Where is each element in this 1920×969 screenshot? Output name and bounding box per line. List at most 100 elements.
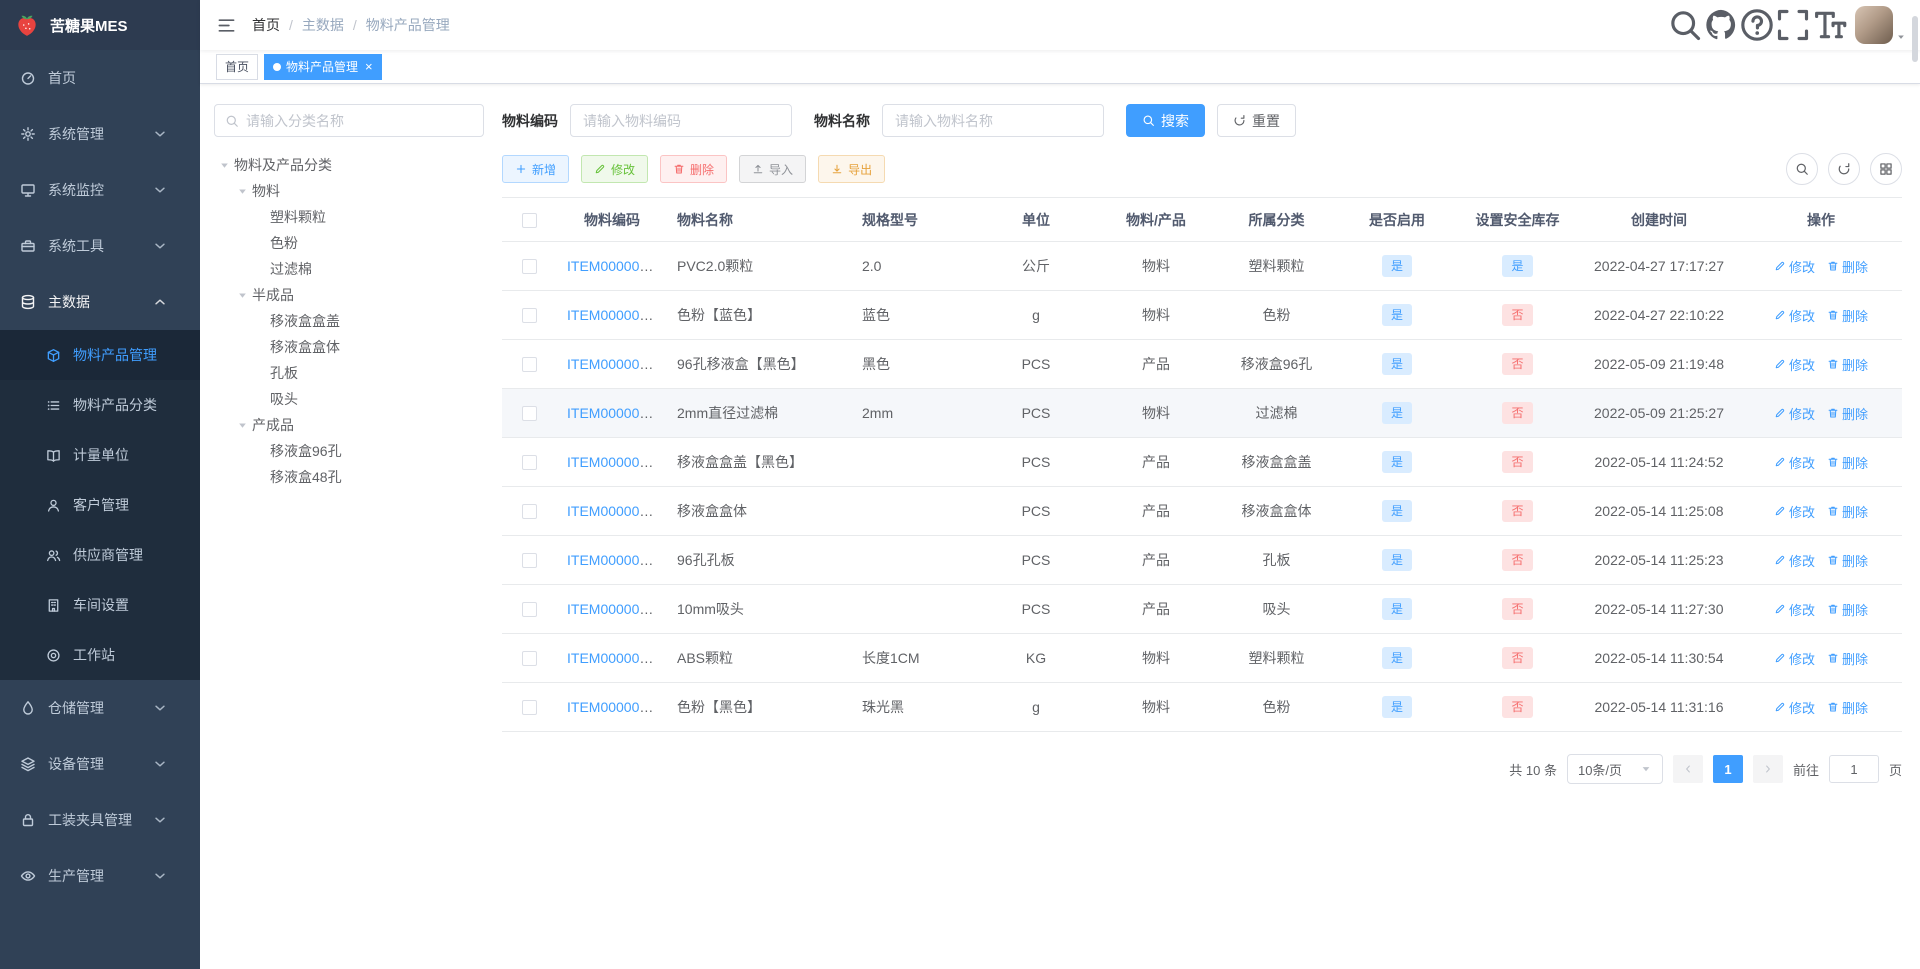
sidebar-item-material-product-category[interactable]: 物料产品分类: [0, 380, 200, 430]
category-search-input[interactable]: [246, 112, 473, 129]
import-button[interactable]: 导入: [739, 155, 807, 183]
tree-node-5[interactable]: 半成品: [214, 282, 484, 308]
search-button[interactable]: [1667, 0, 1703, 50]
search-toggle-button[interactable]: [1786, 153, 1818, 185]
sidebar-item-system-monitor[interactable]: 系统监控: [0, 162, 200, 218]
tree-node-4[interactable]: 过滤棉: [214, 256, 484, 282]
row-checkbox[interactable]: [522, 553, 537, 569]
reset-button[interactable]: 重置: [1217, 104, 1296, 137]
delete-button[interactable]: 删除: [660, 155, 728, 183]
row-delete-button[interactable]: 删除: [1827, 698, 1868, 717]
tree-node-3[interactable]: 色粉: [214, 230, 484, 256]
sidebar-item-fixture-mgmt[interactable]: 工装夹具管理: [0, 792, 200, 848]
sidebar-item-customer-mgmt[interactable]: 客户管理: [0, 480, 200, 530]
material-code-link[interactable]: ITEM00000054: [567, 601, 663, 617]
material-code-link[interactable]: ITEM00000037: [567, 258, 663, 274]
row-edit-button[interactable]: 修改: [1774, 355, 1815, 374]
user-menu[interactable]: [1855, 6, 1906, 44]
row-edit-button[interactable]: 修改: [1774, 404, 1815, 423]
material-code-link[interactable]: ITEM00000053: [567, 552, 663, 568]
tree-node-12[interactable]: 移液盒48孔: [214, 464, 484, 490]
tree-node-7[interactable]: 移液盒盒体: [214, 334, 484, 360]
sidebar-item-home[interactable]: 首页: [0, 50, 200, 106]
search-button[interactable]: 搜索: [1126, 104, 1205, 137]
app-logo[interactable]: 苦糖果MES: [0, 0, 200, 50]
row-delete-button[interactable]: 删除: [1827, 355, 1868, 374]
refresh-toggle-button[interactable]: [1828, 153, 1860, 185]
row-edit-button[interactable]: 修改: [1774, 502, 1815, 521]
material-code-input[interactable]: [570, 104, 792, 137]
material-code-link[interactable]: ITEM00000049: [567, 405, 663, 421]
tree-node-8[interactable]: 孔板: [214, 360, 484, 386]
sidebar-item-system-tools[interactable]: 系统工具: [0, 218, 200, 274]
current-page-button[interactable]: 1: [1712, 755, 1743, 783]
tree-node-9[interactable]: 吸头: [214, 386, 484, 412]
tree-node-6[interactable]: 移液盒盒盖: [214, 308, 484, 334]
row-edit-button[interactable]: 修改: [1774, 600, 1815, 619]
row-checkbox[interactable]: [522, 406, 537, 422]
row-checkbox[interactable]: [522, 357, 537, 373]
avatar[interactable]: [1855, 6, 1893, 44]
page-size-select[interactable]: 10条/页: [1566, 754, 1663, 784]
sidebar-toggle-button[interactable]: [208, 0, 244, 50]
row-delete-button[interactable]: 删除: [1827, 502, 1868, 521]
fullscreen-button[interactable]: [1775, 0, 1811, 50]
row-delete-button[interactable]: 删除: [1827, 306, 1868, 325]
edit-button[interactable]: 修改: [581, 155, 649, 183]
row-edit-button[interactable]: 修改: [1774, 551, 1815, 570]
row-checkbox[interactable]: [522, 259, 537, 275]
sidebar-item-warehouse-mgmt[interactable]: 仓储管理: [0, 680, 200, 736]
row-checkbox[interactable]: [522, 700, 537, 716]
page-scrollbar[interactable]: [1912, 16, 1918, 62]
sidebar-item-workshop-settings[interactable]: 车间设置: [0, 580, 200, 630]
material-code-link[interactable]: ITEM00000051: [567, 454, 663, 470]
prev-page-button[interactable]: [1672, 755, 1703, 783]
tree-node-1[interactable]: 物料: [214, 178, 484, 204]
row-delete-button[interactable]: 删除: [1827, 404, 1868, 423]
row-delete-button[interactable]: 删除: [1827, 551, 1868, 570]
next-page-button[interactable]: [1752, 755, 1783, 783]
sidebar-item-production-mgmt[interactable]: 生产管理: [0, 848, 200, 904]
question-button[interactable]: [1739, 0, 1775, 50]
row-edit-button[interactable]: 修改: [1774, 306, 1815, 325]
row-checkbox[interactable]: [522, 504, 537, 520]
tree-node-0[interactable]: 物料及产品分类: [214, 152, 484, 178]
row-checkbox[interactable]: [522, 455, 537, 471]
row-delete-button[interactable]: 删除: [1827, 649, 1868, 668]
sidebar-item-equipment-mgmt[interactable]: 设备管理: [0, 736, 200, 792]
sidebar-item-workstation[interactable]: 工作站: [0, 630, 200, 680]
row-checkbox[interactable]: [522, 651, 537, 667]
row-checkbox[interactable]: [522, 602, 537, 618]
row-edit-button[interactable]: 修改: [1774, 453, 1815, 472]
row-edit-button[interactable]: 修改: [1774, 649, 1815, 668]
tab-0[interactable]: 首页: [216, 53, 259, 80]
row-delete-button[interactable]: 删除: [1827, 600, 1868, 619]
material-code-link[interactable]: ITEM00000055: [567, 650, 663, 666]
tab-1[interactable]: 物料产品管理 ×: [264, 53, 382, 80]
row-edit-button[interactable]: 修改: [1774, 698, 1815, 717]
sidebar-item-master-data[interactable]: 主数据: [0, 274, 200, 330]
material-code-link[interactable]: ITEM00000052: [567, 503, 663, 519]
sidebar-item-supplier-mgmt[interactable]: 供应商管理: [0, 530, 200, 580]
tree-node-11[interactable]: 移液盒96孔: [214, 438, 484, 464]
material-code-link[interactable]: ITEM00000041: [567, 307, 663, 323]
category-search[interactable]: [214, 104, 484, 137]
material-code-link[interactable]: ITEM00000046: [567, 356, 663, 372]
row-checkbox[interactable]: [522, 308, 537, 324]
breadcrumb-item[interactable]: 首页: [252, 15, 280, 35]
github-button[interactable]: [1703, 0, 1739, 50]
grid-toggle-button[interactable]: [1870, 153, 1902, 185]
goto-page-input[interactable]: [1828, 755, 1879, 783]
sidebar-item-material-product-mgmt[interactable]: 物料产品管理: [0, 330, 200, 380]
row-edit-button[interactable]: 修改: [1774, 257, 1815, 276]
close-icon[interactable]: ×: [365, 60, 373, 73]
export-button[interactable]: 导出: [818, 155, 886, 183]
tree-node-10[interactable]: 产成品: [214, 412, 484, 438]
sidebar-item-system-admin[interactable]: 系统管理: [0, 106, 200, 162]
material-code-link[interactable]: ITEM00000056: [567, 699, 663, 715]
material-name-input[interactable]: [882, 104, 1104, 137]
select-all-checkbox[interactable]: [522, 212, 537, 228]
sidebar-item-measure-unit[interactable]: 计量单位: [0, 430, 200, 480]
add-button[interactable]: 新增: [502, 155, 570, 183]
row-delete-button[interactable]: 删除: [1827, 453, 1868, 472]
